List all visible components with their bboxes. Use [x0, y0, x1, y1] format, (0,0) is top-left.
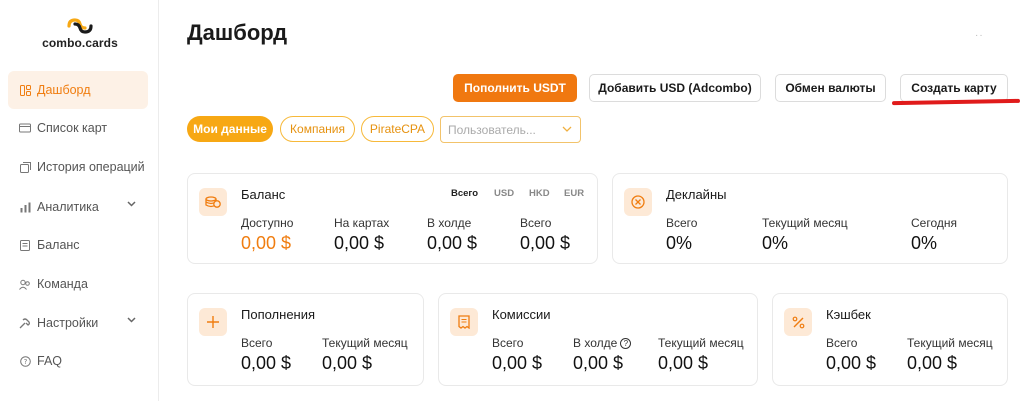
sidebar-item-dashboard[interactable]: Дашборд [8, 71, 148, 109]
stat-label-hold-text: В холде [573, 336, 618, 350]
currency-tab-hkd[interactable]: HKD [529, 188, 550, 199]
sidebar: combo.cards Дашборд Список карт История … [0, 0, 159, 401]
sidebar-item-analytics[interactable]: Аналитика [8, 188, 148, 226]
brand-logo[interactable]: combo.cards [40, 18, 120, 50]
currency-tab-all[interactable]: Всего [451, 188, 478, 199]
sidebar-item-faq[interactable]: ? FAQ [8, 342, 148, 380]
filter-my-data[interactable]: Мои данные [187, 116, 273, 142]
settings-icon [19, 317, 31, 329]
stat-label: На картах [334, 216, 390, 230]
card-title: Пополнения [241, 307, 316, 322]
dashboard-icon [19, 84, 31, 96]
chevron-down-icon [127, 317, 136, 323]
card-title: Кэшбек [826, 307, 871, 322]
stat-value-hold: 0,00 $ [573, 353, 624, 373]
stat-value-total: 0,00 $ [826, 353, 877, 373]
stat-label: Текущий месяц [658, 336, 744, 350]
sidebar-item-label: Баланс [37, 238, 80, 252]
stat-label: Всего [241, 336, 273, 350]
svg-text:?: ? [23, 358, 27, 366]
card-title: Комиссии [492, 307, 551, 322]
stat-label: Всего [492, 336, 524, 350]
sidebar-item-label: Настройки [37, 316, 99, 330]
faq-icon: ? [19, 355, 31, 367]
stat-value-hold: 0,00 $ [427, 233, 478, 253]
stat-label: Всего [666, 216, 698, 230]
topup-usdt-button[interactable]: Пополнить USDT [453, 74, 577, 102]
declines-card: Деклайны Всего 0% Текущий месяц 0% Сегод… [612, 173, 1008, 264]
stat-value-on-cards: 0,00 $ [334, 233, 385, 253]
cashback-card: Кэшбек Всего 0,00 $ Текущий месяц 0,00 $ [772, 293, 1008, 386]
sidebar-item-label: Дашборд [37, 83, 91, 97]
sidebar-item-history[interactable]: История операций [8, 148, 148, 186]
stat-label: Текущий месяц [322, 336, 408, 350]
page-title: Дашборд [187, 20, 288, 45]
sidebar-item-label: Команда [37, 277, 88, 291]
stat-label: Текущий месяц [907, 336, 993, 350]
stat-value-total: 0,00 $ [492, 353, 543, 373]
balance-card: Баланс Всего USD HKD EUR Доступно 0,00 $… [187, 173, 598, 264]
exchange-button[interactable]: Обмен валюты [775, 74, 886, 102]
stat-value-available: 0,00 $ [241, 233, 292, 253]
currency-tab-usd[interactable]: USD [494, 188, 514, 199]
balance-icon [19, 239, 31, 251]
filter-company[interactable]: Компания [280, 116, 355, 142]
card-title: Баланс [241, 187, 286, 202]
close-circle-icon [624, 188, 652, 216]
commissions-card: Комиссии Всего 0,00 $ В холде? 0,00 $ Те… [438, 293, 758, 386]
stat-value-today: 0% [911, 233, 938, 253]
sidebar-item-label: История операций [37, 160, 145, 174]
team-icon [19, 278, 31, 290]
create-card-button[interactable]: Создать карту [900, 74, 1008, 102]
stat-label-hold: В холде? [573, 336, 632, 350]
stat-value-month: 0,00 $ [658, 353, 709, 373]
stat-value-total: 0,00 $ [520, 233, 571, 253]
topups-card: Пополнения Всего 0,00 $ Текущий месяц 0,… [187, 293, 424, 386]
sidebar-item-cards[interactable]: Список карт [8, 109, 148, 147]
percent-icon [784, 308, 812, 336]
help-icon[interactable]: ? [620, 338, 632, 349]
plus-icon [199, 308, 227, 336]
analytics-icon [19, 201, 31, 213]
highlight-underline [891, 98, 1021, 106]
stat-label: В холде [427, 216, 472, 230]
user-select[interactable]: Пользователь... [440, 116, 581, 143]
stat-value-total: 0,00 $ [241, 353, 292, 373]
stat-value-month: 0% [762, 233, 789, 253]
stat-label: Доступно [241, 216, 294, 230]
sidebar-item-label: FAQ [37, 354, 63, 368]
stat-value-total: 0% [666, 233, 693, 253]
filter-piratecpa[interactable]: PirateCPA [361, 116, 434, 142]
sidebar-item-team[interactable]: Команда [8, 265, 148, 303]
brand-name: combo.cards [42, 36, 118, 50]
chevron-down-icon [127, 201, 136, 207]
sidebar-item-label: Список карт [37, 121, 108, 135]
history-icon [19, 161, 31, 173]
stat-value-month: 0,00 $ [907, 353, 958, 373]
stat-label: Всего [520, 216, 552, 230]
sidebar-item-settings[interactable]: Настройки [8, 304, 148, 342]
sidebar-item-balance[interactable]: Баланс [8, 226, 148, 264]
card-title: Деклайны [666, 187, 727, 202]
stat-label: Текущий месяц [762, 216, 848, 230]
currency-tab-eur[interactable]: EUR [564, 188, 584, 199]
sidebar-item-label: Аналитика [37, 200, 99, 214]
add-usd-button[interactable]: Добавить USD (Adcombo) [589, 74, 761, 102]
chevron-down-icon [562, 126, 572, 132]
stat-label: Сегодня [911, 216, 957, 230]
coins-icon [199, 188, 227, 216]
stat-value-month: 0,00 $ [322, 353, 373, 373]
user-select-placeholder: Пользователь... [448, 122, 536, 137]
receipt-icon [450, 308, 478, 336]
stat-label: Всего [826, 336, 858, 350]
cards-icon [19, 122, 31, 134]
more-icon[interactable]: ·· [975, 30, 984, 41]
logo-icon [67, 18, 93, 34]
